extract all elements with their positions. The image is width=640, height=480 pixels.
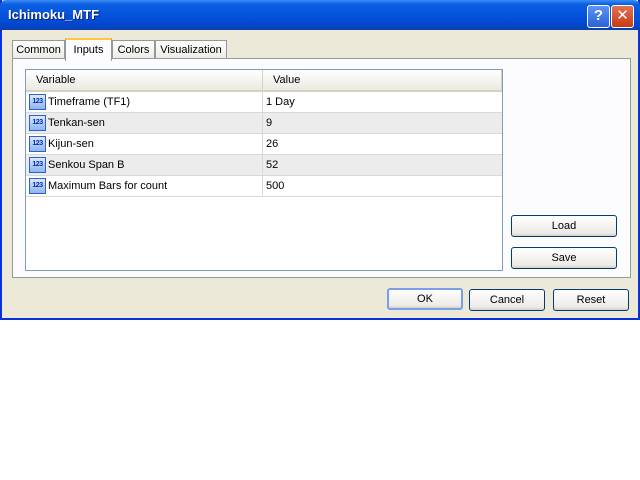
help-button[interactable]: ? — [587, 5, 610, 28]
ok-button[interactable]: OK — [387, 288, 463, 310]
load-button[interactable]: Load — [511, 215, 617, 237]
table-row[interactable]: 123 Maximum Bars for count 500 — [26, 176, 502, 197]
variable-name: Maximum Bars for count — [48, 180, 168, 192]
variable-cell: 123 Tenkan-sen — [26, 113, 263, 133]
table-row[interactable]: 123 Senkou Span B 52 — [26, 155, 502, 176]
variable-name: Senkou Span B — [48, 159, 125, 171]
variable-name: Kijun-sen — [48, 138, 94, 150]
variable-cell: 123 Kijun-sen — [26, 134, 263, 154]
variable-cell: 123 Maximum Bars for count — [26, 176, 263, 196]
integer-type-icon: 123 — [29, 94, 46, 110]
save-button[interactable]: Save — [511, 247, 617, 269]
integer-type-icon: 123 — [29, 157, 46, 173]
dialog-window: Ichimoku_MTF ? ✕ Common Inputs Colors Vi… — [0, 0, 640, 320]
window-title: Ichimoku_MTF — [8, 7, 100, 22]
value-cell[interactable]: 52 — [266, 155, 278, 175]
integer-type-icon: 123 — [29, 178, 46, 194]
tab-colors[interactable]: Colors — [112, 40, 155, 59]
tab-visualization[interactable]: Visualization — [155, 40, 227, 59]
value-cell[interactable]: 500 — [266, 176, 284, 196]
table-row[interactable]: 123 Tenkan-sen 9 — [26, 113, 502, 134]
column-header-variable[interactable]: Variable — [26, 70, 263, 90]
title-bar[interactable]: Ichimoku_MTF ? ✕ — [0, 0, 640, 30]
variable-cell: 123 Timeframe (TF1) — [26, 92, 263, 112]
value-cell[interactable]: 26 — [266, 134, 278, 154]
integer-type-icon: 123 — [29, 115, 46, 131]
value-cell[interactable]: 9 — [266, 113, 272, 133]
grid-header: Variable Value — [26, 70, 502, 92]
column-header-value[interactable]: Value — [263, 70, 502, 90]
table-row[interactable]: 123 Kijun-sen 26 — [26, 134, 502, 155]
variable-cell: 123 Senkou Span B — [26, 155, 263, 175]
table-row[interactable]: 123 Timeframe (TF1) 1 Day — [26, 92, 502, 113]
cancel-button[interactable]: Cancel — [469, 289, 545, 311]
inputs-grid: Variable Value 123 Timeframe (TF1) 1 Day… — [25, 69, 503, 271]
tab-common[interactable]: Common — [12, 40, 65, 59]
value-cell[interactable]: 1 Day — [266, 92, 295, 112]
close-button[interactable]: ✕ — [611, 5, 634, 28]
tab-inputs[interactable]: Inputs — [65, 38, 112, 61]
inputs-panel: Variable Value 123 Timeframe (TF1) 1 Day… — [12, 58, 631, 278]
variable-name: Tenkan-sen — [48, 117, 105, 129]
reset-button[interactable]: Reset — [553, 289, 629, 311]
variable-name: Timeframe (TF1) — [48, 96, 131, 108]
integer-type-icon: 123 — [29, 136, 46, 152]
